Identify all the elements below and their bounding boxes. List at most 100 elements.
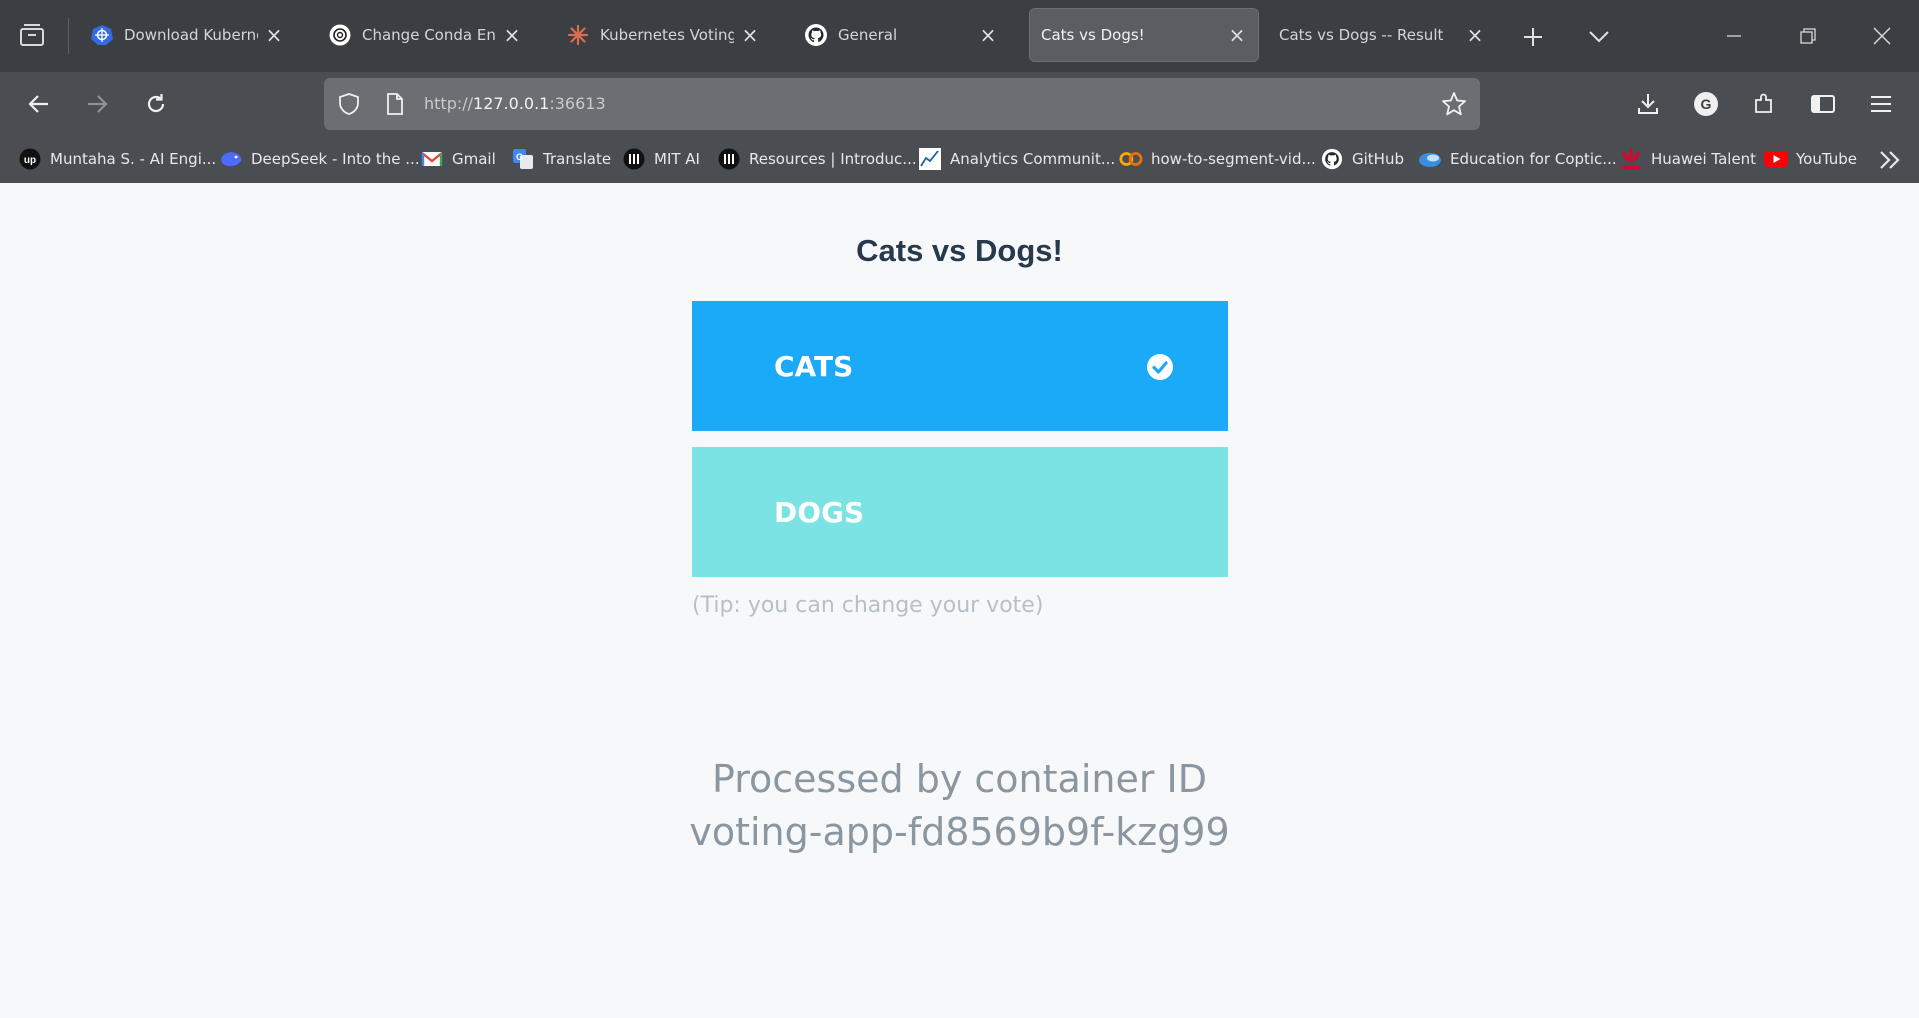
tab-overview-icon[interactable] bbox=[14, 20, 50, 50]
sidebar-icon[interactable] bbox=[1805, 86, 1841, 122]
tab-github-general[interactable]: General × bbox=[792, 8, 1010, 62]
chevron-down-icon[interactable] bbox=[1584, 22, 1614, 52]
deepseek-icon bbox=[219, 147, 243, 171]
colab-icon bbox=[1119, 147, 1143, 171]
svg-text:G: G bbox=[516, 152, 523, 162]
close-tab-icon[interactable]: × bbox=[1227, 23, 1247, 47]
restore-icon[interactable] bbox=[1788, 18, 1828, 54]
bookmark-label: Gmail bbox=[452, 150, 496, 168]
bookmark-label: Analytics Communit... bbox=[950, 150, 1116, 168]
bookmark-github[interactable]: GitHub bbox=[1320, 146, 1404, 172]
tab-cats-vs-dogs[interactable]: Cats vs Dogs! × bbox=[1029, 8, 1259, 62]
close-tab-icon[interactable]: × bbox=[978, 23, 998, 47]
bookmarks-bar: up Muntaha S. - AI Engi... DeepSeek - In… bbox=[0, 136, 1919, 183]
tip-text: (Tip: you can change your vote) bbox=[692, 593, 1044, 618]
bookmark-mit-ai[interactable]: MIT AI bbox=[622, 146, 700, 172]
bookmark-label: Translate bbox=[543, 150, 612, 168]
bookmark-label: Huawei Talent bbox=[1651, 150, 1757, 168]
minimize-icon[interactable] bbox=[1714, 18, 1754, 54]
bookmark-label: MIT AI bbox=[654, 150, 700, 168]
address-bar[interactable]: http://127.0.0.1:36613 bbox=[324, 78, 1480, 130]
vote-dogs-button[interactable]: DOGS bbox=[692, 447, 1228, 577]
svg-text:G: G bbox=[1701, 96, 1712, 112]
navigation-bar: http://127.0.0.1:36613 G bbox=[0, 72, 1919, 136]
tab-title: General bbox=[838, 26, 898, 44]
page-icon[interactable] bbox=[382, 91, 408, 117]
bookmark-star-icon[interactable] bbox=[1440, 90, 1468, 118]
bookmark-label: how-to-segment-vid... bbox=[1151, 150, 1316, 168]
close-tab-icon[interactable]: × bbox=[502, 23, 522, 47]
check-circle-icon bbox=[1147, 354, 1173, 380]
url-prefix: http:// bbox=[424, 94, 474, 113]
grammarly-icon[interactable]: G bbox=[1688, 86, 1724, 122]
close-tab-icon[interactable]: × bbox=[740, 23, 760, 47]
page-title: Cats vs Dogs! bbox=[856, 233, 1063, 268]
back-arrow-icon[interactable] bbox=[21, 86, 57, 122]
page-content: Cats vs Dogs! CATS DOGS (Tip: you can ch… bbox=[0, 183, 1919, 1018]
bookmark-label: Muntaha S. - AI Engi... bbox=[50, 150, 217, 168]
close-window-icon[interactable] bbox=[1862, 18, 1902, 54]
education-icon bbox=[1418, 147, 1442, 171]
hamburger-menu-icon[interactable] bbox=[1863, 86, 1899, 122]
browser-chrome: Download Kubernetes × Change Conda Envir… bbox=[0, 0, 1919, 183]
gmail-icon bbox=[420, 147, 444, 171]
tab-title: Kubernetes Voting Ap bbox=[600, 26, 734, 44]
close-tab-icon[interactable]: × bbox=[264, 23, 284, 47]
bookmark-label: Resources | Introduc... bbox=[749, 150, 917, 168]
bookmark-analytics[interactable]: Analytics Communit... bbox=[918, 146, 1115, 172]
svg-text:up: up bbox=[24, 155, 36, 166]
vote-cats-button[interactable]: CATS bbox=[692, 301, 1228, 431]
tab-bar: Download Kubernetes × Change Conda Envir… bbox=[0, 0, 1919, 72]
github-icon bbox=[804, 23, 828, 47]
shield-icon[interactable] bbox=[336, 91, 362, 117]
openai-icon bbox=[328, 23, 352, 47]
huawei-icon bbox=[1619, 147, 1643, 171]
upwork-icon: up bbox=[18, 147, 42, 171]
processed-label: Processed by container ID bbox=[711, 757, 1208, 801]
vote-option-label: CATS bbox=[774, 349, 854, 383]
download-icon[interactable] bbox=[1630, 86, 1666, 122]
extensions-icon[interactable] bbox=[1746, 86, 1782, 122]
url-text[interactable]: http://127.0.0.1:36613 bbox=[424, 78, 606, 130]
bookmark-deepseek[interactable]: DeepSeek - Into the ... bbox=[219, 146, 420, 172]
container-id: voting-app-fd8569b9f-kzg99 bbox=[689, 810, 1230, 854]
bookmark-label: DeepSeek - Into the ... bbox=[251, 150, 420, 168]
translate-icon: G bbox=[511, 147, 535, 171]
bookmark-education[interactable]: Education for Coptic... bbox=[1418, 146, 1617, 172]
bookmark-label: GitHub bbox=[1352, 150, 1404, 168]
bookmark-translate[interactable]: G Translate bbox=[511, 146, 611, 172]
bookmark-upwork[interactable]: up Muntaha S. - AI Engi... bbox=[18, 146, 216, 172]
tab-kubernetes-voting[interactable]: Kubernetes Voting Ap × bbox=[554, 8, 772, 62]
claude-icon bbox=[566, 23, 590, 47]
tab-title: Cats vs Dogs! bbox=[1041, 26, 1145, 44]
reload-icon[interactable] bbox=[138, 86, 174, 122]
bookmark-resources[interactable]: Resources | Introduc... bbox=[717, 146, 917, 172]
vote-option-label: DOGS bbox=[774, 495, 865, 529]
new-tab-icon[interactable] bbox=[1518, 22, 1548, 52]
github-icon bbox=[1320, 147, 1344, 171]
tab-change-conda[interactable]: Change Conda Environ × bbox=[316, 8, 534, 62]
close-tab-icon[interactable]: × bbox=[1465, 23, 1485, 47]
bookmark-colab[interactable]: how-to-segment-vid... bbox=[1119, 146, 1316, 172]
tab-cats-vs-dogs-result[interactable]: Cats vs Dogs -- Result × bbox=[1267, 8, 1497, 62]
url-port: :36613 bbox=[549, 94, 606, 113]
url-host: 127.0.0.1 bbox=[473, 94, 550, 113]
bookmark-huawei[interactable]: Huawei Talent bbox=[1619, 146, 1756, 172]
mit-icon bbox=[717, 147, 741, 171]
tab-title: Cats vs Dogs -- Result bbox=[1279, 26, 1444, 44]
tab-title: Change Conda Environ bbox=[362, 26, 496, 44]
bookmark-gmail[interactable]: Gmail bbox=[420, 146, 496, 172]
container-id-info: Processed by container ID voting-app-fd8… bbox=[0, 753, 1919, 859]
youtube-icon bbox=[1764, 147, 1788, 171]
forward-arrow-icon[interactable] bbox=[79, 86, 115, 122]
mit-icon bbox=[622, 147, 646, 171]
kubernetes-icon bbox=[90, 23, 114, 47]
bookmark-youtube[interactable]: YouTube bbox=[1764, 146, 1857, 172]
analytics-icon bbox=[918, 147, 942, 171]
tab-download-kubernetes[interactable]: Download Kubernetes × bbox=[78, 8, 296, 62]
bookmark-label: Education for Coptic... bbox=[1450, 150, 1617, 168]
chevron-double-right-icon[interactable] bbox=[1874, 146, 1906, 174]
tab-title: Download Kubernetes bbox=[124, 26, 258, 44]
bookmark-label: YouTube bbox=[1796, 150, 1857, 168]
tab-separator bbox=[68, 18, 69, 54]
